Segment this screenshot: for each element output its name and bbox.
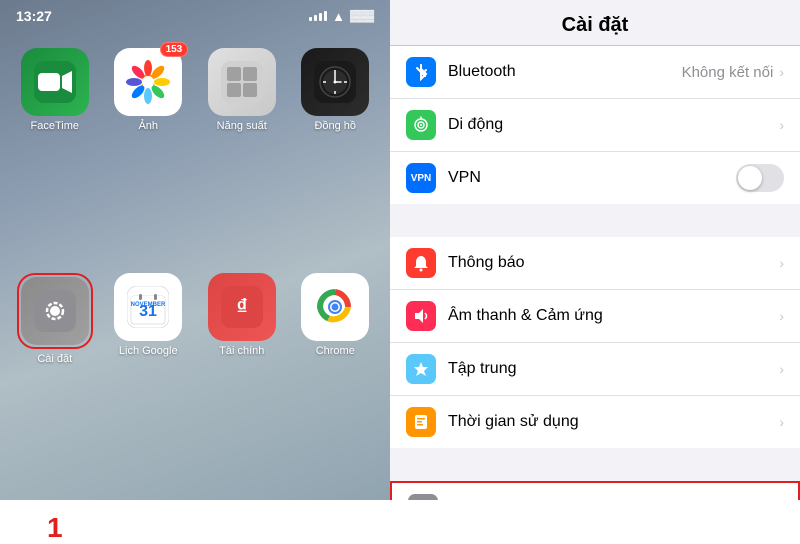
right-panel: Cài đặt Bluetooth Không kết nối › xyxy=(390,0,800,500)
caidat-label: Cài đặt xyxy=(37,353,72,365)
tgsd-label: Thời gian sử dụng xyxy=(448,413,779,431)
nangsuat-icon xyxy=(208,48,276,116)
amthanh-label: Âm thanh & Cảm ứng xyxy=(448,307,779,325)
anh-label: Ảnh xyxy=(138,120,158,132)
didonng-icon xyxy=(406,110,436,140)
tgsd-icon xyxy=(406,407,436,437)
chrome-icon xyxy=(301,273,369,341)
didonng-chevron: › xyxy=(779,117,784,133)
chrome-svg xyxy=(314,286,356,328)
settings-group-connectivity: Bluetooth Không kết nối › Di động › xyxy=(390,46,800,204)
settings-item-didonng[interactable]: Di động › xyxy=(390,99,800,152)
step1-number: 1 xyxy=(47,512,63,544)
donghho-icon xyxy=(301,48,369,116)
nangsuat-svg xyxy=(221,61,263,103)
caidatchung-icon xyxy=(408,494,438,500)
svg-text:NOVEMBER: NOVEMBER xyxy=(131,302,166,308)
facetime-svg xyxy=(34,61,76,103)
app-lichgoogle[interactable]: 31 NOVEMBER Lịch Google xyxy=(110,273,188,490)
taptrung-label: Tập trung xyxy=(448,360,779,378)
settings-list: Bluetooth Không kết nối › Di động › xyxy=(390,46,800,500)
settings-title: Cài đặt xyxy=(390,0,800,46)
bluetooth-value: Không kết nối xyxy=(682,64,774,81)
taptrung-icon xyxy=(406,354,436,384)
app-anh[interactable]: 153 Ảnh xyxy=(110,48,188,257)
taichinh-icon: ₫ xyxy=(208,273,276,341)
chrome-label: Chrome xyxy=(316,345,355,357)
facetime-icon xyxy=(21,48,89,116)
app-caidat[interactable]: Cài đặt 1 xyxy=(16,273,94,490)
photos-badge: 153 xyxy=(160,42,189,57)
battery-icon: ▓▓▓ xyxy=(350,10,374,22)
donghho-svg xyxy=(314,61,356,103)
settings-group-system: Thông báo › Âm thanh & Cảm ứng › xyxy=(390,237,800,448)
didonng-label: Di động xyxy=(448,116,779,134)
vpn-icon: VPN xyxy=(406,163,436,193)
taichinh-label: Tài chính xyxy=(219,345,264,357)
thongbao-icon xyxy=(406,248,436,278)
app-nangsuat[interactable]: Năng suất xyxy=(203,48,281,257)
tgsd-chevron: › xyxy=(779,414,784,430)
settings-group-general: Cài đặt chung › 2 Trung tâm điều khiển › xyxy=(390,481,800,500)
bluetooth-icon xyxy=(406,57,436,87)
nangsuat-label: Năng suất xyxy=(217,120,267,132)
donghho-label: Đồng hồ xyxy=(314,120,356,132)
signal-icon xyxy=(309,11,327,21)
svg-text:₫: ₫ xyxy=(236,294,247,319)
taptrung-chevron: › xyxy=(779,361,784,377)
settings-item-thongbao[interactable]: Thông báo › xyxy=(390,237,800,290)
photos-svg xyxy=(124,58,172,106)
taichinh-svg: ₫ xyxy=(221,286,263,328)
lichgoogle-svg: 31 NOVEMBER xyxy=(127,286,169,328)
time-display: 13:27 xyxy=(16,8,52,24)
left-panel: 13:27 ▲ ▓▓▓ FaceTime xyxy=(0,0,390,500)
settings-item-tgsd[interactable]: Thời gian sử dụng › xyxy=(390,396,800,448)
thongbao-label: Thông báo xyxy=(448,254,779,272)
wifi-icon: ▲ xyxy=(332,9,345,24)
app-donghho[interactable]: Đồng hồ xyxy=(297,48,375,257)
settings-item-amthanh[interactable]: Âm thanh & Cảm ứng › xyxy=(390,290,800,343)
caidat-selected-border xyxy=(17,273,93,349)
app-grid: FaceTime xyxy=(0,28,390,500)
facetime-label: FaceTime xyxy=(31,120,80,132)
caidat-icon xyxy=(21,277,89,345)
app-taichinh[interactable]: ₫ Tài chính xyxy=(203,273,281,490)
photos-icon: 153 xyxy=(114,48,182,116)
settings-item-vpn[interactable]: VPN VPN xyxy=(390,152,800,204)
settings-item-caidatchung[interactable]: Cài đặt chung › 2 xyxy=(390,481,800,500)
vpn-label: VPN xyxy=(448,169,736,187)
status-icons: ▲ ▓▓▓ xyxy=(309,9,374,24)
divider-2 xyxy=(390,449,800,481)
app-facetime[interactable]: FaceTime xyxy=(16,48,94,257)
divider-1 xyxy=(390,205,800,237)
caidat-svg xyxy=(34,290,76,332)
bluetooth-chevron: › xyxy=(779,64,784,80)
vpn-toggle[interactable] xyxy=(736,164,784,192)
thongbao-chevron: › xyxy=(779,255,784,271)
lichgoogle-label: Lịch Google xyxy=(119,345,178,357)
settings-item-bluetooth[interactable]: Bluetooth Không kết nối › xyxy=(390,46,800,99)
app-chrome[interactable]: Chrome xyxy=(297,273,375,490)
settings-item-taptrung[interactable]: Tập trung › xyxy=(390,343,800,396)
lichgoogle-icon: 31 NOVEMBER xyxy=(114,273,182,341)
amthanh-chevron: › xyxy=(779,308,784,324)
amthanh-icon xyxy=(406,301,436,331)
bluetooth-label: Bluetooth xyxy=(448,63,682,81)
vpn-toggle-thumb xyxy=(738,166,762,190)
status-bar: 13:27 ▲ ▓▓▓ xyxy=(0,0,390,28)
